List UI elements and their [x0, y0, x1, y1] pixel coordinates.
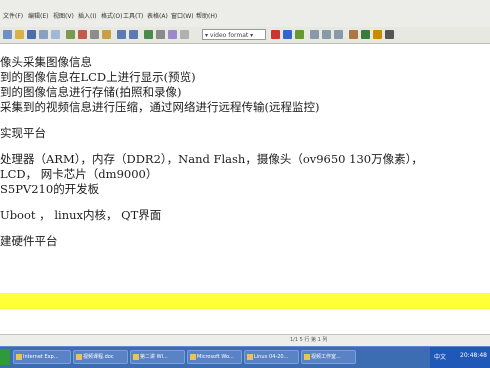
highlight-icon[interactable] — [361, 30, 370, 39]
bold-icon[interactable] — [283, 30, 292, 39]
save-icon[interactable] — [27, 30, 36, 39]
font-color-icon[interactable] — [271, 30, 280, 39]
print-icon[interactable] — [39, 30, 48, 39]
menu-table[interactable]: 表格(A) — [147, 11, 168, 20]
doc-line-2: 到的图像信息在LCD上进行显示(预览) — [0, 70, 196, 84]
drawing-icon[interactable] — [180, 30, 189, 39]
spellcheck-icon[interactable] — [66, 30, 75, 39]
doc-line-hardware: 处理器（ARM），内存（DDR2），Nand Flash，摄像头（ov9650 … — [0, 152, 423, 166]
options-icon[interactable] — [385, 30, 394, 39]
taskbar-item[interactable]: 视频工作室... — [301, 350, 356, 364]
italic-icon[interactable] — [295, 30, 304, 39]
open-icon[interactable] — [15, 30, 24, 39]
window-icon — [304, 354, 310, 360]
window-icon — [76, 354, 82, 360]
menu-view[interactable]: 视图(V) — [53, 11, 74, 20]
menu-bar: 文件(F) 编辑(E) 视图(V) 插入(I) 格式(O) 工具(T) 表格(A… — [0, 0, 490, 28]
window-icon — [16, 354, 22, 360]
menu-insert[interactable]: 插入(I) — [78, 11, 96, 20]
highlighted-line — [0, 293, 490, 309]
window-icon — [247, 354, 253, 360]
new-doc-icon[interactable] — [3, 30, 12, 39]
taskbar-item[interactable]: 视频课程.doc — [73, 350, 128, 364]
doc-heading-hardware: 建硬件平台 — [0, 234, 58, 248]
doc-line-4: 采集到的视频信息进行压缩，通过网络进行远程传输(远程监控) — [0, 100, 320, 114]
taskbar-item[interactable]: Internet Exp... — [13, 350, 71, 364]
menu-help[interactable]: 帮助(H) — [196, 11, 217, 20]
taskbar: Internet Exp... 视频课程.doc 第二讲 WI... Micro… — [0, 346, 490, 368]
doc-line-lcd: LCD， 网卡芯片（dm9000） — [0, 167, 158, 181]
status-bar: 1/1 5 行 第 1 列 — [0, 334, 490, 346]
help-icon[interactable] — [373, 30, 382, 39]
input-method-label[interactable]: 中文 — [434, 352, 446, 361]
formatting-toolbar: ▾ video format ▾ — [0, 27, 490, 44]
table-icon[interactable] — [156, 30, 165, 39]
undo-icon[interactable] — [117, 30, 126, 39]
columns-icon[interactable] — [168, 30, 177, 39]
system-tray: 中文 20:48:48 — [430, 347, 490, 368]
doc-line-board: S5PV210的开发板 — [0, 182, 100, 196]
copy-icon[interactable] — [90, 30, 99, 39]
taskbar-item[interactable]: 第二讲 WI... — [130, 350, 185, 364]
redo-icon[interactable] — [129, 30, 138, 39]
hyperlink-icon[interactable] — [144, 30, 153, 39]
menu-format[interactable]: 格式(O) — [101, 11, 122, 20]
style-select[interactable]: ▾ video format ▾ — [202, 29, 266, 40]
doc-heading-platform: 实现平台 — [0, 126, 46, 140]
document-body[interactable]: 像头采集图像信息 到的图像信息在LCD上进行显示(预览) 到的图像信息进行存储(… — [0, 44, 490, 334]
bullets-icon[interactable] — [349, 30, 358, 39]
status-position: 1/1 5 行 第 1 列 — [290, 337, 328, 343]
taskbar-item[interactable]: Linux 04-20... — [244, 350, 299, 364]
cut-icon[interactable] — [78, 30, 87, 39]
start-button[interactable] — [0, 349, 10, 365]
clock: 20:48:48 — [460, 352, 487, 359]
window-icon — [133, 354, 139, 360]
menu-tools[interactable]: 工具(T) — [123, 11, 143, 20]
menu-window[interactable]: 窗口(W) — [171, 11, 194, 20]
window-icon — [190, 354, 196, 360]
taskbar-item[interactable]: Microsoft Wo... — [187, 350, 242, 364]
align-left-icon[interactable] — [310, 30, 319, 39]
doc-line-3: 到的图像信息进行存储(拍照和录像) — [0, 85, 182, 99]
menu-file[interactable]: 文件(F) — [3, 11, 23, 20]
doc-line-software: Uboot ， linux内核， QT界面 — [0, 208, 162, 222]
align-center-icon[interactable] — [322, 30, 331, 39]
menu-edit[interactable]: 编辑(E) — [28, 11, 48, 20]
align-right-icon[interactable] — [334, 30, 343, 39]
paste-icon[interactable] — [102, 30, 111, 39]
doc-line-1: 像头采集图像信息 — [0, 55, 92, 69]
preview-icon[interactable] — [51, 30, 60, 39]
